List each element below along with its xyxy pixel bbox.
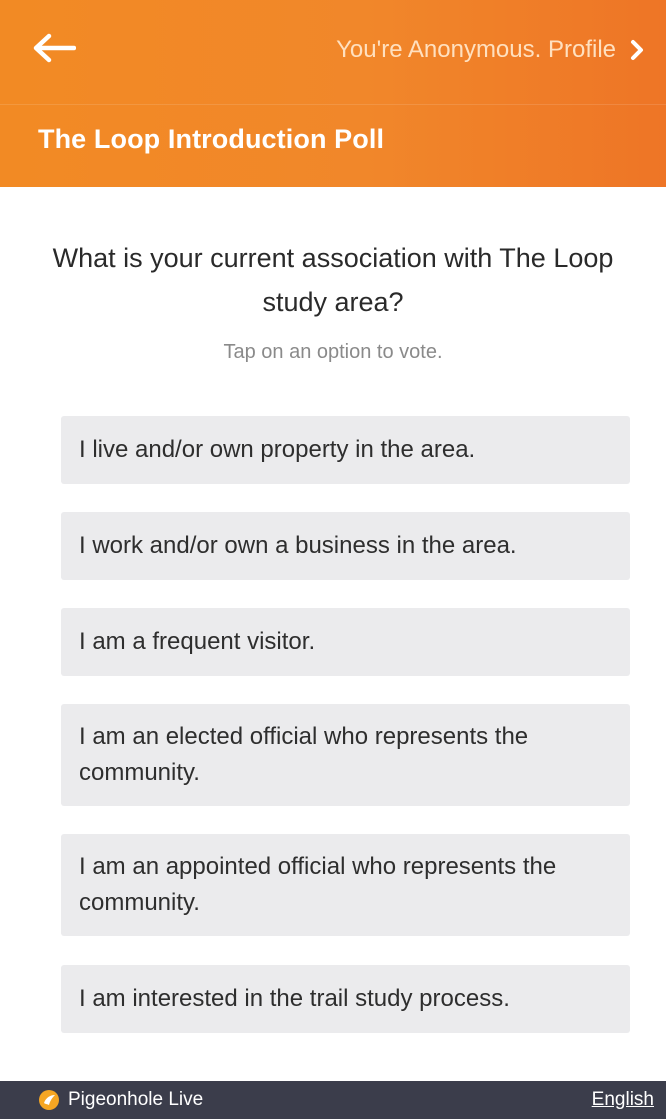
vote-hint: Tap on an option to vote. [223, 341, 443, 363]
poll-option-4[interactable]: I am an elected official who represents … [61, 704, 630, 806]
header: You're Anonymous. Profile The Loop Intro… [0, 0, 666, 187]
profile-link-label: You're Anonymous. Profile [336, 36, 616, 63]
question-text: What is your current association with Th… [52, 243, 614, 317]
poll-title: The Loop Introduction Poll [38, 124, 385, 154]
brand-name: Pigeonhole Live [68, 1089, 204, 1110]
arrow-left-icon [32, 33, 77, 68]
header-divider [0, 104, 666, 105]
poll-option-6[interactable]: I am interested in the trail study proce… [61, 965, 630, 1033]
poll-option-5[interactable]: I am an appointed official who represent… [61, 834, 630, 936]
app-screen: You're Anonymous. Profile The Loop Intro… [0, 0, 666, 1119]
poll-option-label: I live and/or own property in the area. [79, 436, 476, 463]
poll-option-2[interactable]: I work and/or own a business in the area… [61, 512, 630, 580]
language-link[interactable]: English [592, 1089, 654, 1111]
poll-option-1[interactable]: I live and/or own property in the area. [61, 416, 630, 484]
profile-link[interactable]: You're Anonymous. Profile [336, 30, 644, 70]
poll-option-label: I work and/or own a business in the area… [79, 532, 517, 559]
poll-option-label: I am a frequent visitor. [79, 628, 316, 655]
pigeonhole-logo-icon [38, 1089, 60, 1111]
chevron-right-icon [630, 39, 644, 61]
top-bar: You're Anonymous. Profile [0, 0, 666, 104]
footer: Pigeonhole Live English [0, 1081, 666, 1119]
poll-option-label: I am an appointed official who represent… [79, 853, 557, 916]
poll-option-label: I am an elected official who represents … [79, 723, 529, 786]
back-button[interactable] [22, 24, 86, 76]
brand-link[interactable]: Pigeonhole Live [38, 1089, 203, 1111]
poll-option-label: I am interested in the trail study proce… [79, 985, 510, 1012]
poll-option-3[interactable]: I am a frequent visitor. [61, 608, 630, 676]
